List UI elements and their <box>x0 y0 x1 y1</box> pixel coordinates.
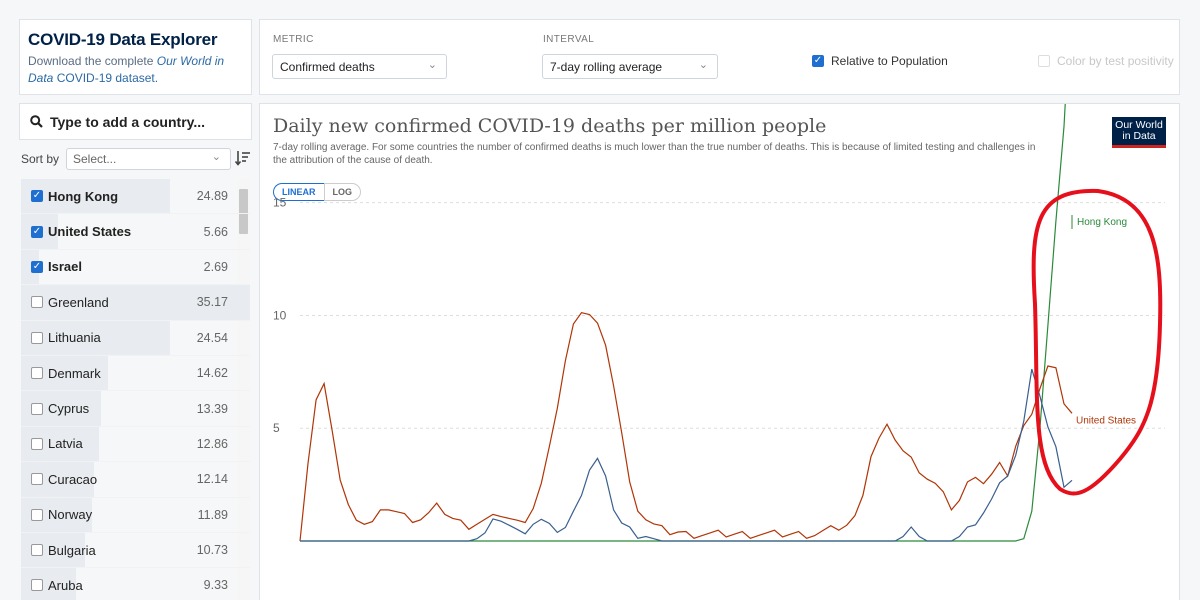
country-row[interactable]: Curacao 12.14 <box>21 462 250 498</box>
country-value: 2.69 <box>203 259 228 274</box>
country-row[interactable]: ✓ Hong Kong 24.89 <box>21 179 250 215</box>
checkbox-checked-icon: ✓ <box>812 55 824 67</box>
sort-label: Sort by <box>21 152 60 166</box>
checkbox-unchecked-icon[interactable] <box>31 437 43 450</box>
series-label-hong-kong: Hong Kong <box>1077 217 1127 228</box>
annotation-circle <box>1031 188 1163 496</box>
interval-value: 7-day rolling average <box>550 60 663 74</box>
country-value: 14.62 <box>196 366 228 381</box>
explorer-title: COVID-19 Data Explorer <box>28 30 218 49</box>
country-row[interactable]: Norway 11.89 <box>21 497 250 533</box>
country-name: Bulgaria <box>48 542 96 558</box>
country-name: Latvia <box>48 436 83 452</box>
sort-order-icon[interactable] <box>235 149 251 167</box>
checkbox-unchecked-icon[interactable] <box>31 544 43 557</box>
series-line <box>300 104 1066 542</box>
relative-label: Relative to Population <box>831 54 948 68</box>
country-value: 24.89 <box>196 189 228 204</box>
metric-label: METRIC <box>273 34 314 45</box>
search-placeholder: Type to add a country... <box>50 113 206 130</box>
country-value: 12.86 <box>196 436 228 451</box>
series-line <box>299 312 1073 542</box>
line-chart: 5 10 15 Hong Kong United States <box>273 104 1165 542</box>
relative-to-population-checkbox[interactable]: ✓ Relative to Population <box>812 54 948 68</box>
country-name: Hong Kong <box>48 188 119 204</box>
country-value: 24.54 <box>196 330 228 345</box>
search-icon <box>30 115 43 128</box>
checkbox-unchecked-icon[interactable] <box>31 473 43 486</box>
interval-label: INTERVAL <box>543 34 595 45</box>
series-line <box>300 368 1073 542</box>
dataset-link[interactable]: COVID-19 dataset. <box>57 71 158 85</box>
sort-value: Select... <box>73 152 117 166</box>
description-prefix: Download the complete <box>28 54 157 68</box>
chart-panel: Daily new confirmed COVID-19 deaths per … <box>259 103 1180 600</box>
sort-controls: Sort by Select... ⌄ <box>21 148 252 170</box>
metric-value: Confirmed deaths <box>280 60 375 74</box>
metric-select[interactable]: Confirmed deaths ⌄ <box>272 54 447 79</box>
country-value: 35.17 <box>196 295 228 310</box>
country-name: Lithuania <box>48 330 101 346</box>
checkbox-unchecked-icon <box>1038 55 1050 67</box>
country-search[interactable]: Type to add a country... <box>19 103 252 140</box>
country-value: 5.66 <box>203 224 228 239</box>
checkbox-checked-icon[interactable]: ✓ <box>31 225 43 238</box>
chevron-down-icon: ⌄ <box>427 59 437 71</box>
checkbox-unchecked-icon[interactable] <box>31 402 43 415</box>
country-name: Denmark <box>48 365 101 381</box>
country-row[interactable]: Bulgaria 10.73 <box>21 532 250 569</box>
interval-select[interactable]: 7-day rolling average ⌄ <box>542 54 718 79</box>
color-by-test-positivity-checkbox[interactable]: Color by test positivity <box>1038 54 1174 68</box>
sort-select[interactable]: Select... ⌄ <box>66 148 231 170</box>
checkbox-unchecked-icon[interactable] <box>31 331 43 344</box>
series-label-united-states: United States <box>1076 415 1136 426</box>
country-row[interactable]: Denmark 14.62 <box>21 355 250 392</box>
checkbox-checked-icon[interactable]: ✓ <box>31 190 43 203</box>
country-value: 11.89 <box>197 507 228 522</box>
country-name: Curacao <box>48 471 98 487</box>
country-row[interactable]: Lithuania 24.54 <box>21 320 250 356</box>
y-tick-label: 5 <box>273 421 280 435</box>
country-name: Aruba <box>48 577 83 593</box>
country-value: 10.73 <box>196 543 228 558</box>
country-name: Norway <box>48 507 93 523</box>
country-row[interactable]: ✓ United States 5.66 <box>21 214 250 250</box>
chevron-down-icon: ⌄ <box>211 151 221 163</box>
country-name: United States <box>48 224 132 240</box>
checkbox-checked-icon[interactable]: ✓ <box>31 260 43 273</box>
controls-bar: METRIC Confirmed deaths ⌄ INTERVAL 7-day… <box>259 19 1180 95</box>
country-name: Israel <box>48 259 82 275</box>
checkbox-unchecked-icon[interactable] <box>31 579 43 592</box>
country-row[interactable]: Greenland 35.17 <box>21 285 250 321</box>
country-value: 9.33 <box>203 578 228 593</box>
country-value: 13.39 <box>196 401 228 416</box>
explorer-header: COVID-19 Data Explorer Download the comp… <box>19 19 252 95</box>
country-row[interactable]: Aruba 9.33 <box>21 568 250 600</box>
checkbox-unchecked-icon[interactable] <box>31 296 43 309</box>
country-row[interactable]: Latvia 12.86 <box>21 426 250 463</box>
color-positivity-label: Color by test positivity <box>1057 54 1174 68</box>
country-row[interactable]: ✓ Israel 2.69 <box>21 249 250 286</box>
country-name: Greenland <box>48 294 109 310</box>
country-row[interactable]: Cyprus 13.39 <box>21 391 250 427</box>
country-list: ✓ Hong Kong 24.89 ✓ United States 5.66 ✓ Israel… <box>21 179 250 600</box>
y-tick-label: 15 <box>273 196 287 210</box>
country-value: 12.14 <box>196 472 228 487</box>
chevron-down-icon: ⌄ <box>698 59 708 71</box>
explorer-description: Download the complete Our World in Data … <box>28 53 243 87</box>
checkbox-unchecked-icon[interactable] <box>31 508 43 521</box>
country-name: Cyprus <box>48 401 90 417</box>
y-tick-label: 10 <box>273 308 287 322</box>
checkbox-unchecked-icon[interactable] <box>31 367 43 380</box>
